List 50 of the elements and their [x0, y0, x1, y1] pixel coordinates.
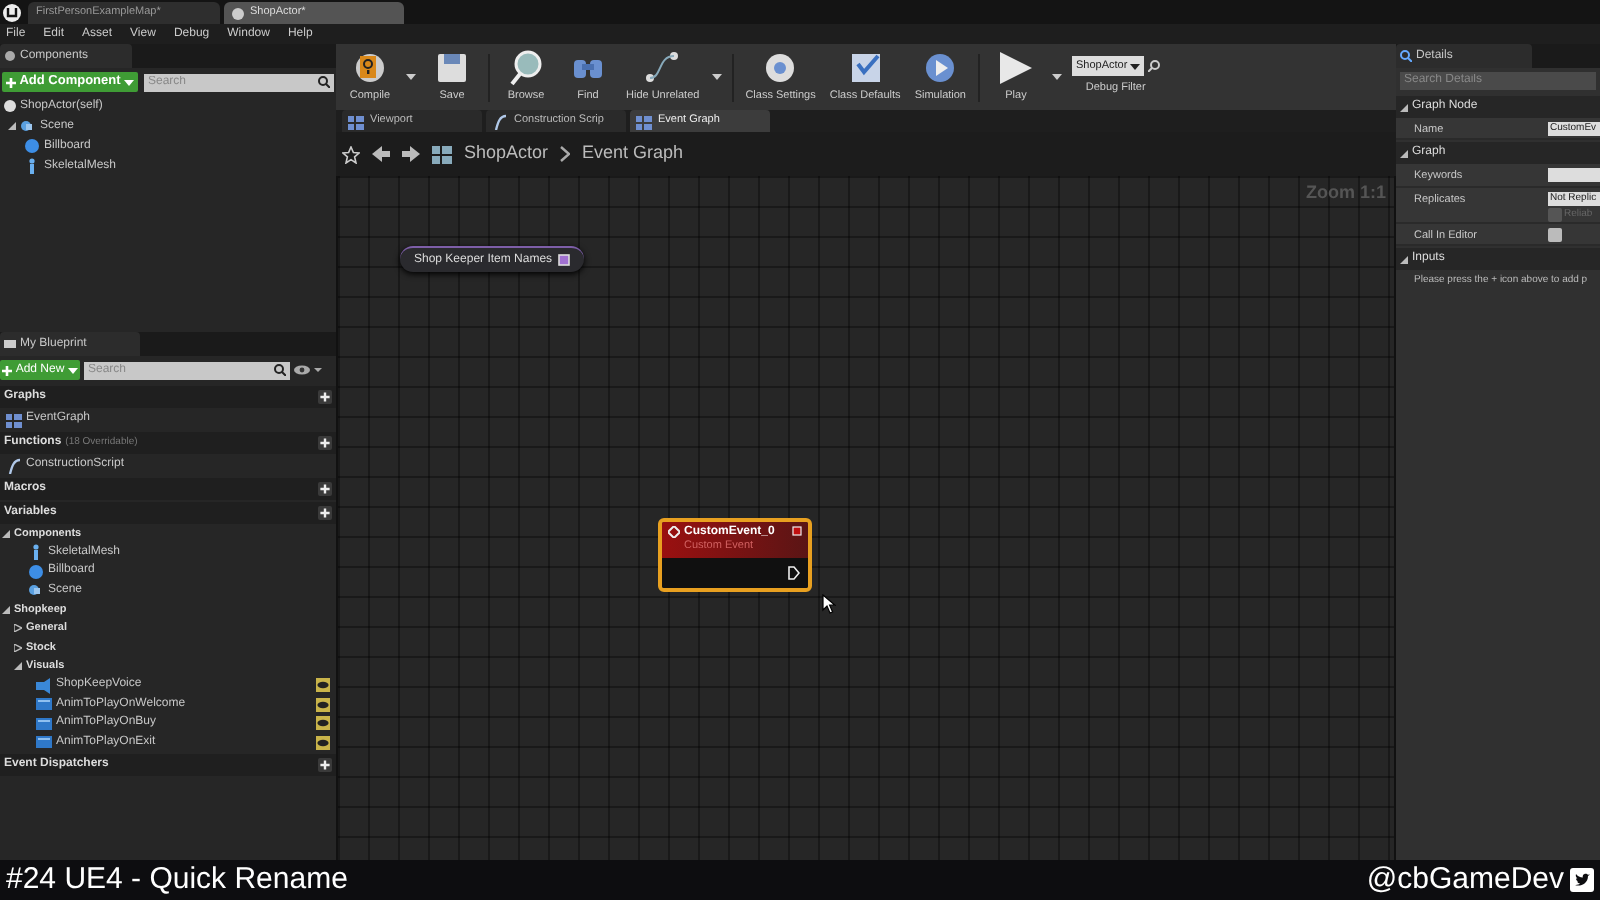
exec-pin-icon — [788, 566, 800, 580]
back-arrow-icon — [372, 146, 390, 162]
search-icon — [318, 76, 330, 88]
cursor-icon — [822, 594, 836, 614]
magnifier-icon — [1400, 50, 1412, 62]
plus-icon — [318, 482, 332, 496]
expanded-arrow-icon — [1400, 255, 1408, 264]
grid-icon — [348, 113, 364, 129]
expanded-arrow-icon — [1400, 103, 1408, 111]
plus-icon — [318, 436, 332, 450]
plus-icon — [318, 758, 332, 772]
caret-icon — [1129, 63, 1140, 70]
caret-icon — [124, 79, 135, 85]
plus-icon — [318, 506, 332, 520]
expanded-arrow-icon — [8, 122, 16, 130]
pin-icon — [558, 254, 571, 266]
eye-icon — [294, 364, 322, 376]
figure-icon — [28, 544, 44, 561]
search-icon — [1147, 60, 1160, 73]
scene-icon — [20, 118, 36, 134]
breadcrumb-link[interactable]: ShopActor — [464, 140, 549, 168]
diamond-icon — [668, 526, 680, 538]
chevron-icon — [560, 146, 571, 162]
sphere-icon — [4, 100, 16, 112]
star-icon — [342, 145, 360, 163]
scene-icon — [28, 582, 44, 599]
figure-icon — [24, 158, 40, 174]
grid-icon — [6, 411, 22, 427]
expanded-arrow-icon — [1400, 149, 1408, 158]
search-icon — [274, 364, 286, 376]
breadcrumb-link[interactable]: Event Graph — [582, 140, 684, 168]
plus-icon — [5, 77, 16, 87]
speaker-icon — [36, 677, 52, 694]
caption-title: #24 UE4 - Quick Rename — [6, 859, 348, 900]
plus-icon — [1, 365, 12, 375]
grid-icon — [636, 113, 652, 129]
twitter-handle: @cbGameDev — [1366, 859, 1564, 900]
sphere-icon — [232, 7, 244, 19]
sphere-icon — [24, 138, 40, 154]
caret-icon — [68, 367, 79, 373]
function-icon — [492, 113, 508, 129]
sphere-icon — [28, 563, 44, 580]
checkbox[interactable] — [1548, 228, 1562, 242]
plus-icon — [318, 390, 332, 404]
bird-icon — [1570, 868, 1594, 892]
forward-arrow-icon — [402, 146, 420, 162]
delegate-pin-icon — [792, 526, 802, 536]
function-icon — [6, 457, 22, 473]
grid-icon — [432, 145, 452, 163]
text-field[interactable] — [1548, 168, 1600, 183]
